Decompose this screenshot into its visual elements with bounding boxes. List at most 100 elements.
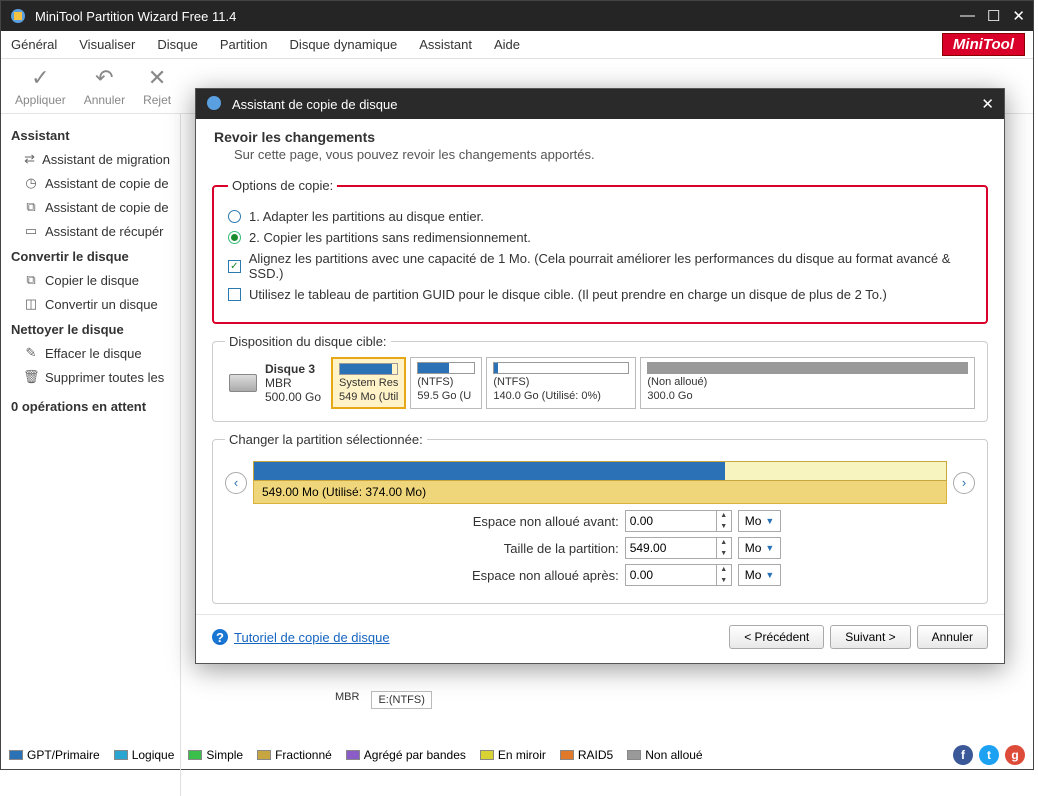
- convert-icon: ◫: [23, 296, 39, 312]
- help-icon: ?: [212, 629, 228, 645]
- partition-block[interactable]: (Non alloué)300.0 Go: [640, 357, 975, 409]
- dialog-sub: Sur cette page, vous pouvez revoir les c…: [234, 147, 595, 162]
- chevron-down-icon: ▼: [765, 543, 774, 553]
- titlebar: MiniTool Partition Wizard Free 11.4 — ☐ …: [1, 1, 1033, 31]
- disk-icon: [229, 374, 257, 392]
- menu-disque[interactable]: Disque: [157, 37, 197, 52]
- sidebar-item-copy-2[interactable]: ⧉Assistant de copie de: [1, 195, 180, 219]
- check-icon: ✓: [31, 65, 49, 91]
- spin-down-icon[interactable]: ▼: [717, 521, 731, 532]
- check-align-1mb[interactable]: ✓Alignez les partitions avec une capacit…: [228, 251, 972, 281]
- unalloc-before-input[interactable]: ▲▼: [625, 510, 732, 532]
- tutorial-link[interactable]: ?Tutoriel de copie de disque: [212, 629, 390, 645]
- disk-info: Disque 3 MBR 500.00 Go: [225, 357, 325, 409]
- slider-label: 549.00 Mo (Utilisé: 374.00 Mo): [253, 481, 947, 504]
- sidebar-item-convert[interactable]: ◫Convertir un disque: [1, 292, 180, 316]
- trash-icon: 🗑: [23, 369, 39, 385]
- twitter-icon[interactable]: t: [979, 745, 999, 765]
- gplus-icon[interactable]: g: [1005, 745, 1025, 765]
- unalloc-before-label: Espace non alloué avant:: [419, 514, 619, 529]
- undo-icon: ↶: [95, 65, 113, 91]
- change-partition-legend: Changer la partition sélectionnée:: [225, 432, 427, 447]
- target-layout-fieldset: Disposition du disque cible: Disque 3 MB…: [212, 334, 988, 422]
- prev-button[interactable]: < Précédent: [729, 625, 824, 649]
- spin-up-icon[interactable]: ▲: [717, 510, 731, 521]
- unit-select[interactable]: Mo▼: [738, 537, 782, 559]
- wizard-icon: [206, 95, 224, 113]
- radio-fit-entire[interactable]: 1. Adapter les partitions au disque enti…: [228, 209, 972, 224]
- sidebar-item-delete-all[interactable]: 🗑Supprimer toutes les: [1, 365, 180, 389]
- sidebar-heading-clean: Nettoyer le disque: [11, 322, 170, 337]
- migration-icon: ⇄: [23, 151, 36, 167]
- chevron-down-icon: ▼: [765, 570, 774, 580]
- sidebar-item-erase[interactable]: ✎Effacer le disque: [1, 341, 180, 365]
- slider-fill: [254, 462, 725, 480]
- partition-block[interactable]: (NTFS)59.5 Go (U: [410, 357, 482, 409]
- checkbox-checked-icon: ✓: [228, 260, 241, 273]
- maximize-button[interactable]: ☐: [987, 7, 1000, 25]
- radio-no-resize[interactable]: 2. Copier les partitions sans redimensio…: [228, 230, 972, 245]
- close-button[interactable]: ✕: [1012, 7, 1025, 25]
- facebook-icon[interactable]: f: [953, 745, 973, 765]
- menu-assistant[interactable]: Assistant: [419, 37, 472, 52]
- cross-icon: ✕: [148, 65, 166, 91]
- unalloc-after-input[interactable]: ▲▼: [625, 564, 732, 586]
- sidebar-item-migration[interactable]: ⇄Assistant de migration: [1, 147, 180, 171]
- drive-icon: ▭: [23, 223, 39, 239]
- app-icon: [9, 7, 27, 25]
- unit-select[interactable]: Mo▼: [738, 564, 782, 586]
- checkbox-unchecked-icon: [228, 288, 241, 301]
- dialog-titlebar: Assistant de copie de disque ✕: [196, 89, 1004, 119]
- spin-up-icon[interactable]: ▲: [717, 564, 731, 575]
- brand-logo: MiniTool: [942, 33, 1025, 56]
- slider-prev-button[interactable]: ‹: [225, 472, 247, 494]
- sidebar-heading-assistant: Assistant: [11, 128, 170, 143]
- spin-down-icon[interactable]: ▼: [717, 575, 731, 586]
- cancel-button[interactable]: ↶Annuler: [84, 65, 125, 107]
- copy-options-legend: Options de copie:: [228, 178, 337, 193]
- menu-dynamique[interactable]: Disque dynamique: [290, 37, 398, 52]
- radio-on-icon: [228, 231, 241, 244]
- menu-visualiser[interactable]: Visualiser: [79, 37, 135, 52]
- dialog-close-button[interactable]: ✕: [981, 95, 994, 113]
- spin-down-icon[interactable]: ▼: [717, 548, 731, 559]
- menubar: Général Visualiser Disque Partition Disq…: [1, 31, 1033, 59]
- menu-aide[interactable]: Aide: [494, 37, 520, 52]
- check-guid[interactable]: Utilisez le tableau de partition GUID po…: [228, 287, 972, 302]
- chevron-down-icon: ▼: [765, 516, 774, 526]
- sidebar-item-recover[interactable]: ▭Assistant de récupér: [1, 219, 180, 243]
- partition-size-label: Taille de la partition:: [419, 541, 619, 556]
- next-button[interactable]: Suivant >: [830, 625, 910, 649]
- partition-block[interactable]: System Res549 Mo (Util: [331, 357, 406, 409]
- copy-icon: ⧉: [23, 199, 39, 215]
- menu-general[interactable]: Général: [11, 37, 57, 52]
- sidebar: Assistant ⇄Assistant de migration ◷Assis…: [1, 114, 181, 796]
- change-partition-fieldset: Changer la partition sélectionnée: ‹ 549…: [212, 432, 988, 604]
- copy-icon: ⧉: [23, 272, 39, 288]
- partition-slider[interactable]: [253, 461, 947, 481]
- radio-off-icon: [228, 210, 241, 223]
- unalloc-after-label: Espace non alloué après:: [419, 568, 619, 583]
- target-layout-legend: Disposition du disque cible:: [225, 334, 391, 349]
- dialog-cancel-button[interactable]: Annuler: [917, 625, 988, 649]
- dialog-title: Assistant de copie de disque: [232, 97, 398, 112]
- menu-partition[interactable]: Partition: [220, 37, 268, 52]
- unit-select[interactable]: Mo▼: [738, 510, 782, 532]
- sidebar-item-copy-1[interactable]: ◷Assistant de copie de: [1, 171, 180, 195]
- copy-options-fieldset: Options de copie: 1. Adapter les partiti…: [212, 178, 988, 324]
- spin-up-icon[interactable]: ▲: [717, 537, 731, 548]
- dialog-heading: Revoir les changements: [214, 129, 375, 145]
- slider-next-button[interactable]: ›: [953, 472, 975, 494]
- sidebar-heading-convert: Convertir le disque: [11, 249, 170, 264]
- sidebar-item-copy-disk[interactable]: ⧉Copier le disque: [1, 268, 180, 292]
- minimize-button[interactable]: —: [960, 7, 975, 25]
- dialog-header: Revoir les changements Sur cette page, v…: [196, 119, 1004, 172]
- eraser-icon: ✎: [23, 345, 39, 361]
- partition-block[interactable]: (NTFS)140.0 Go (Utilisé: 0%): [486, 357, 636, 409]
- background-disk-row: MBR E:(NTFS): [323, 691, 432, 709]
- partition-size-input[interactable]: ▲▼: [625, 537, 732, 559]
- legend-bar: GPT/Primaire Logique Simple Fractionné A…: [9, 739, 1025, 765]
- dialog-footer: ?Tutoriel de copie de disque < Précédent…: [196, 614, 1004, 663]
- reject-button[interactable]: ✕Rejet: [143, 65, 171, 107]
- apply-button[interactable]: ✓Appliquer: [15, 65, 66, 107]
